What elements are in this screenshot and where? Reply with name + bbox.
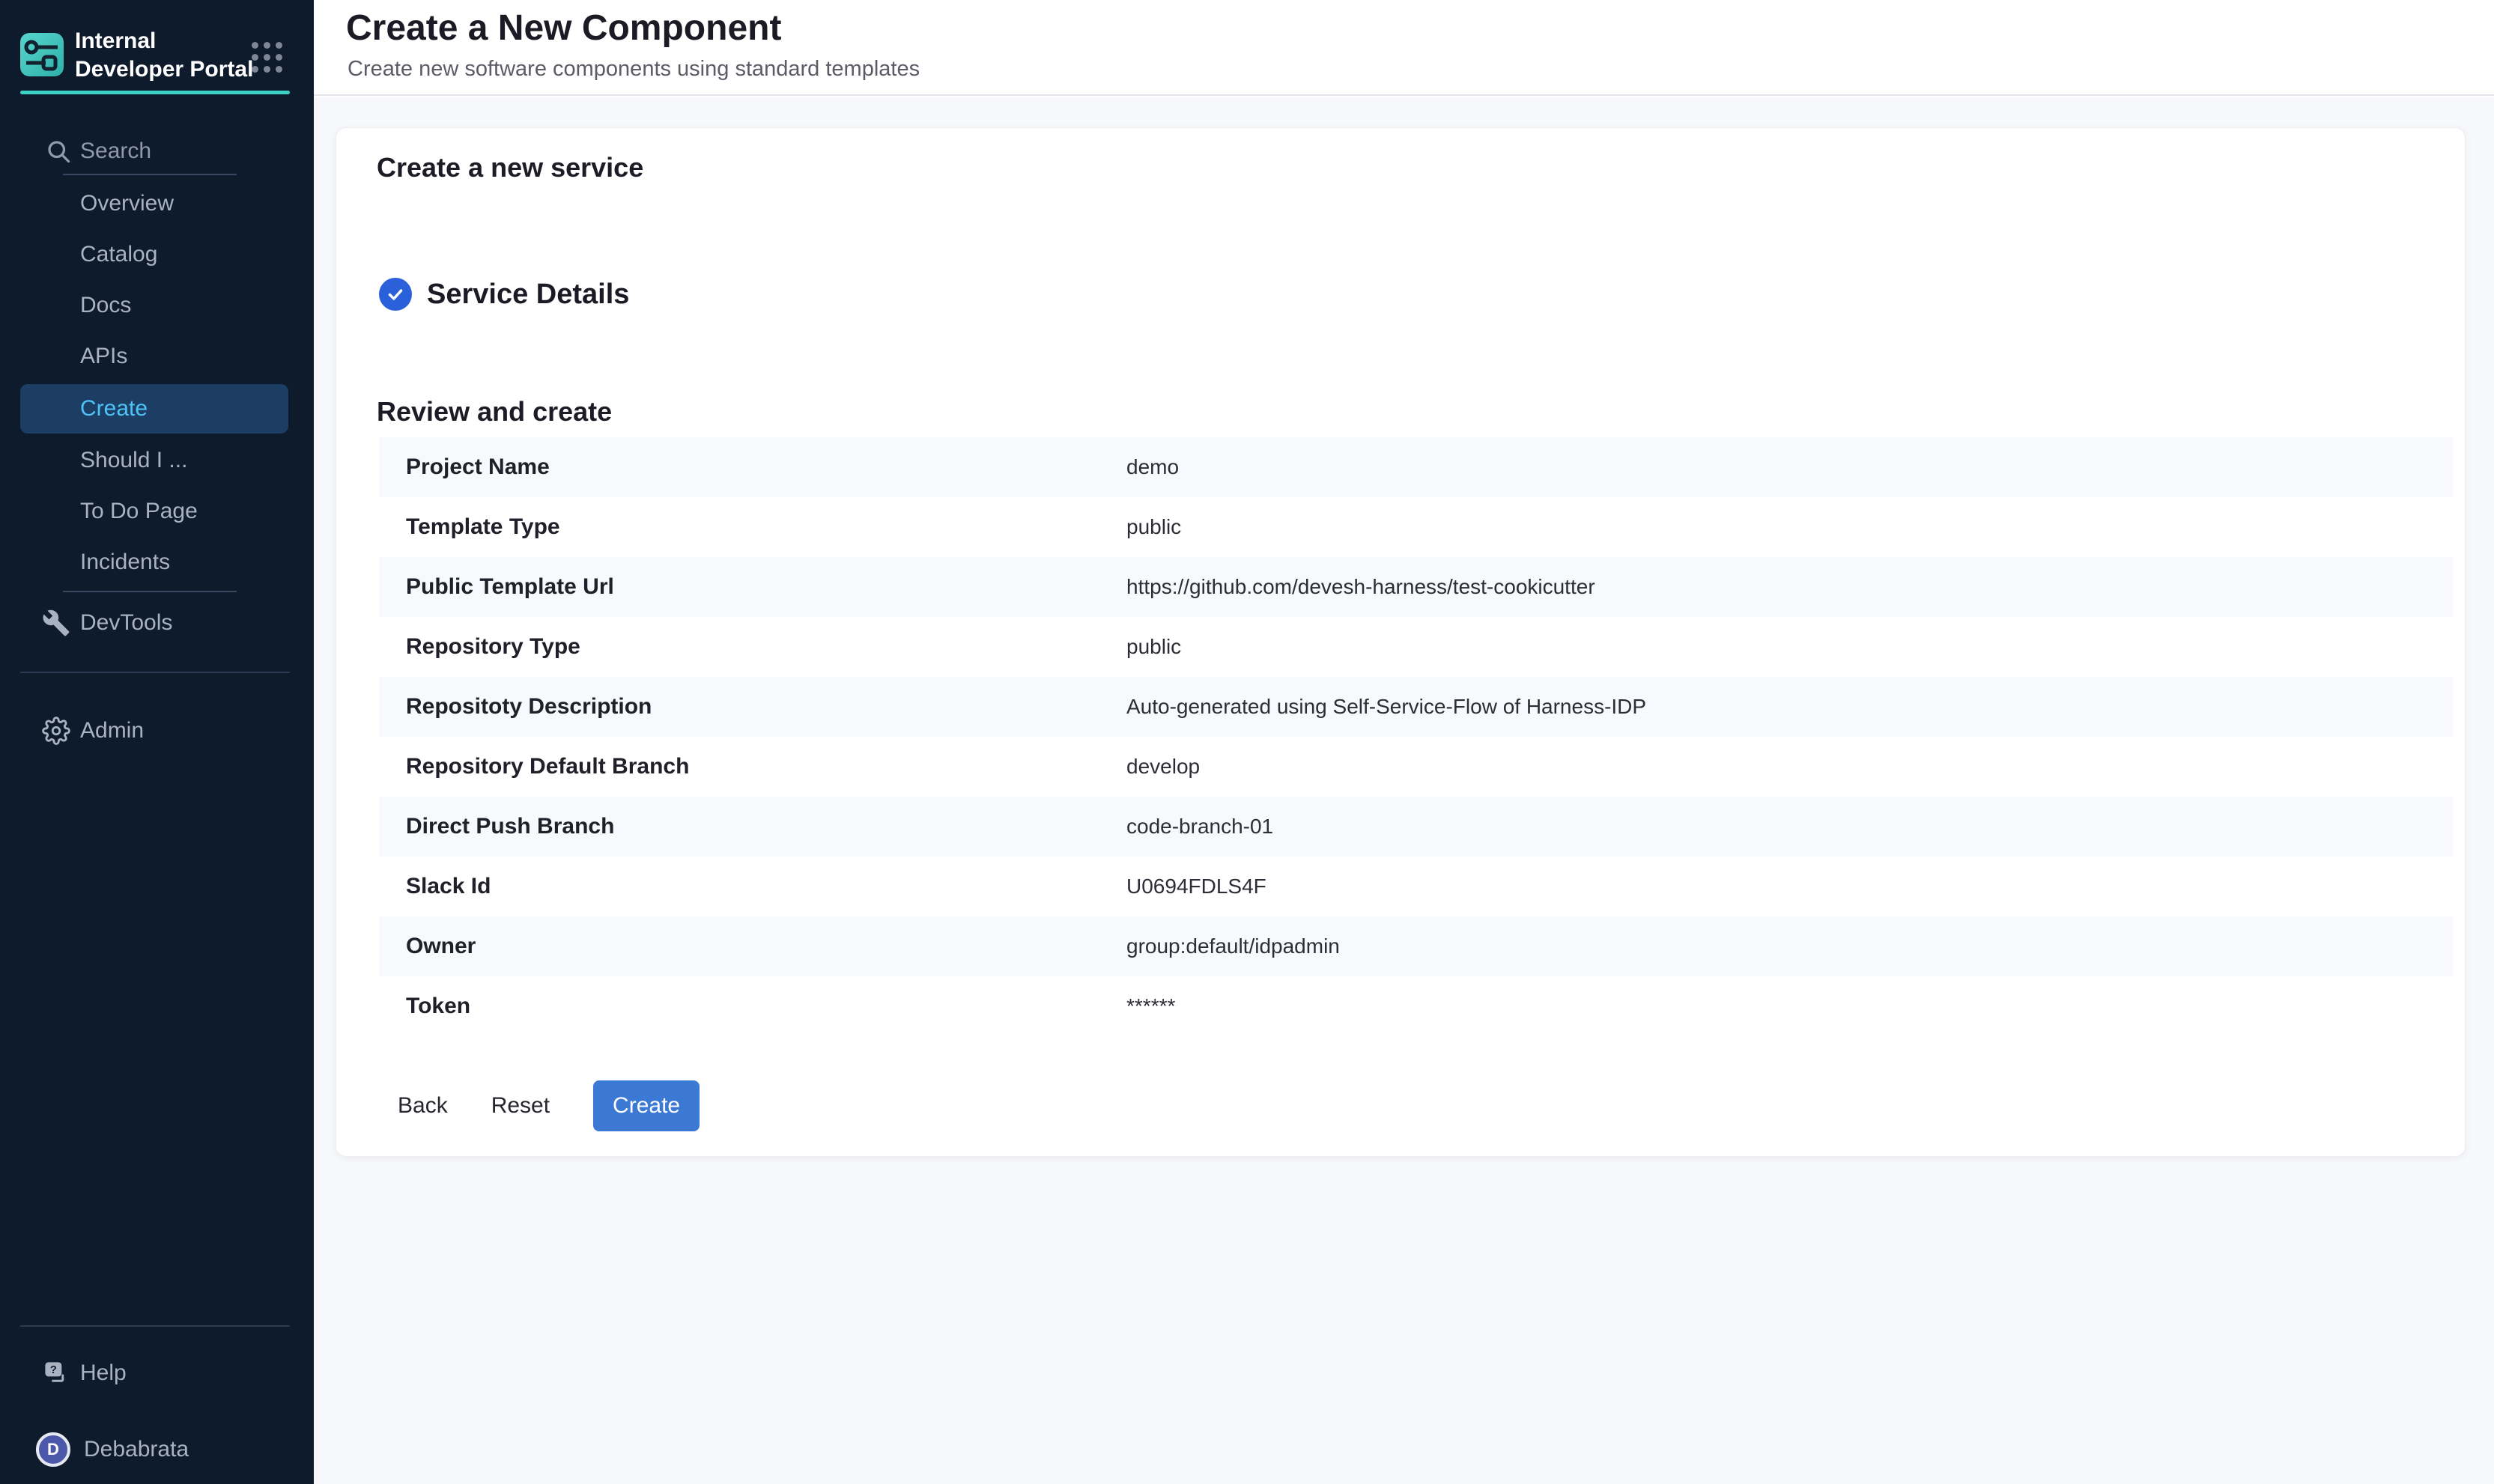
review-table: Project Name demo Template Type public P… [379,437,2453,1036]
sidebar-item-devtools[interactable]: DevTools [0,597,314,648]
sidebar-item-apis[interactable]: APIs [0,331,314,382]
brand-title: Internal Developer Portal [75,27,255,84]
table-row: Project Name demo [379,437,2453,497]
sidebar: Internal Developer Portal Search Overvie… [0,0,314,1484]
sidebar-item-docs[interactable]: Docs [0,280,314,331]
selected-item-highlight [20,384,288,434]
table-row: Template Type public [379,497,2453,557]
help-chat-icon: ? [42,1359,70,1387]
table-row: Repositoty Description Auto-generated us… [379,677,2453,737]
portal-logo-icon [20,33,64,76]
avatar: D [36,1432,70,1467]
step-label: Service Details [427,279,629,311]
sidebar-item-overview[interactable]: Overview [0,178,314,229]
step-service-details[interactable]: Service Details [379,278,629,311]
table-row: Token ****** [379,976,2453,1036]
table-row: Direct Push Branch code-branch-01 [379,797,2453,857]
divider [20,672,290,673]
page-title: Create a New Component [346,7,781,49]
page-header: Create a New Component Create new softwa… [314,0,2494,96]
back-button[interactable]: Back [398,1093,448,1119]
table-row: Public Template Url https://github.com/d… [379,557,2453,617]
card-title: Create a new service [377,152,643,183]
sidebar-item-incidents[interactable]: Incidents [0,537,314,588]
sidebar-search[interactable]: Search [0,127,314,175]
content-area: Create a new service Service Details Rev… [314,97,2494,1484]
page-subtitle: Create new software components using sta… [348,57,920,82]
apps-grid-icon[interactable] [252,42,284,74]
sidebar-item-help[interactable]: ? Help [0,1348,314,1399]
divider [20,1325,290,1327]
sidebar-item-catalog[interactable]: Catalog [0,229,314,280]
wrench-icon [42,609,70,637]
sidebar-item-create-selected[interactable]: Create [0,384,314,434]
review-heading: Review and create [377,396,612,428]
sidebar-accent-divider [20,91,290,94]
user-name: Debabrata [84,1437,189,1462]
svg-text:?: ? [50,1364,57,1376]
sidebar-item-admin[interactable]: Admin [0,705,314,756]
create-button[interactable]: Create [593,1080,700,1131]
sidebar-item-should-i[interactable]: Should I ... [0,435,314,486]
create-service-card: Create a new service Service Details Rev… [336,127,2466,1157]
sidebar-item-to-do-page[interactable]: To Do Page [0,486,314,537]
table-row: Slack Id U0694FDLS4F [379,857,2453,916]
table-row: Repository Type public [379,617,2453,677]
check-icon [379,278,412,311]
form-actions: Back Reset Create [398,1080,700,1131]
table-row: Repository Default Branch develop [379,737,2453,797]
sidebar-user[interactable]: D Debabrata [0,1421,314,1478]
divider [63,174,237,175]
app: Internal Developer Portal Search Overvie… [0,0,2494,1484]
divider [63,591,237,592]
search-placeholder: Search [80,139,151,164]
gear-icon [42,717,70,745]
table-row: Owner group:default/idpadmin [379,916,2453,976]
reset-button[interactable]: Reset [491,1093,550,1119]
search-icon [45,138,72,165]
